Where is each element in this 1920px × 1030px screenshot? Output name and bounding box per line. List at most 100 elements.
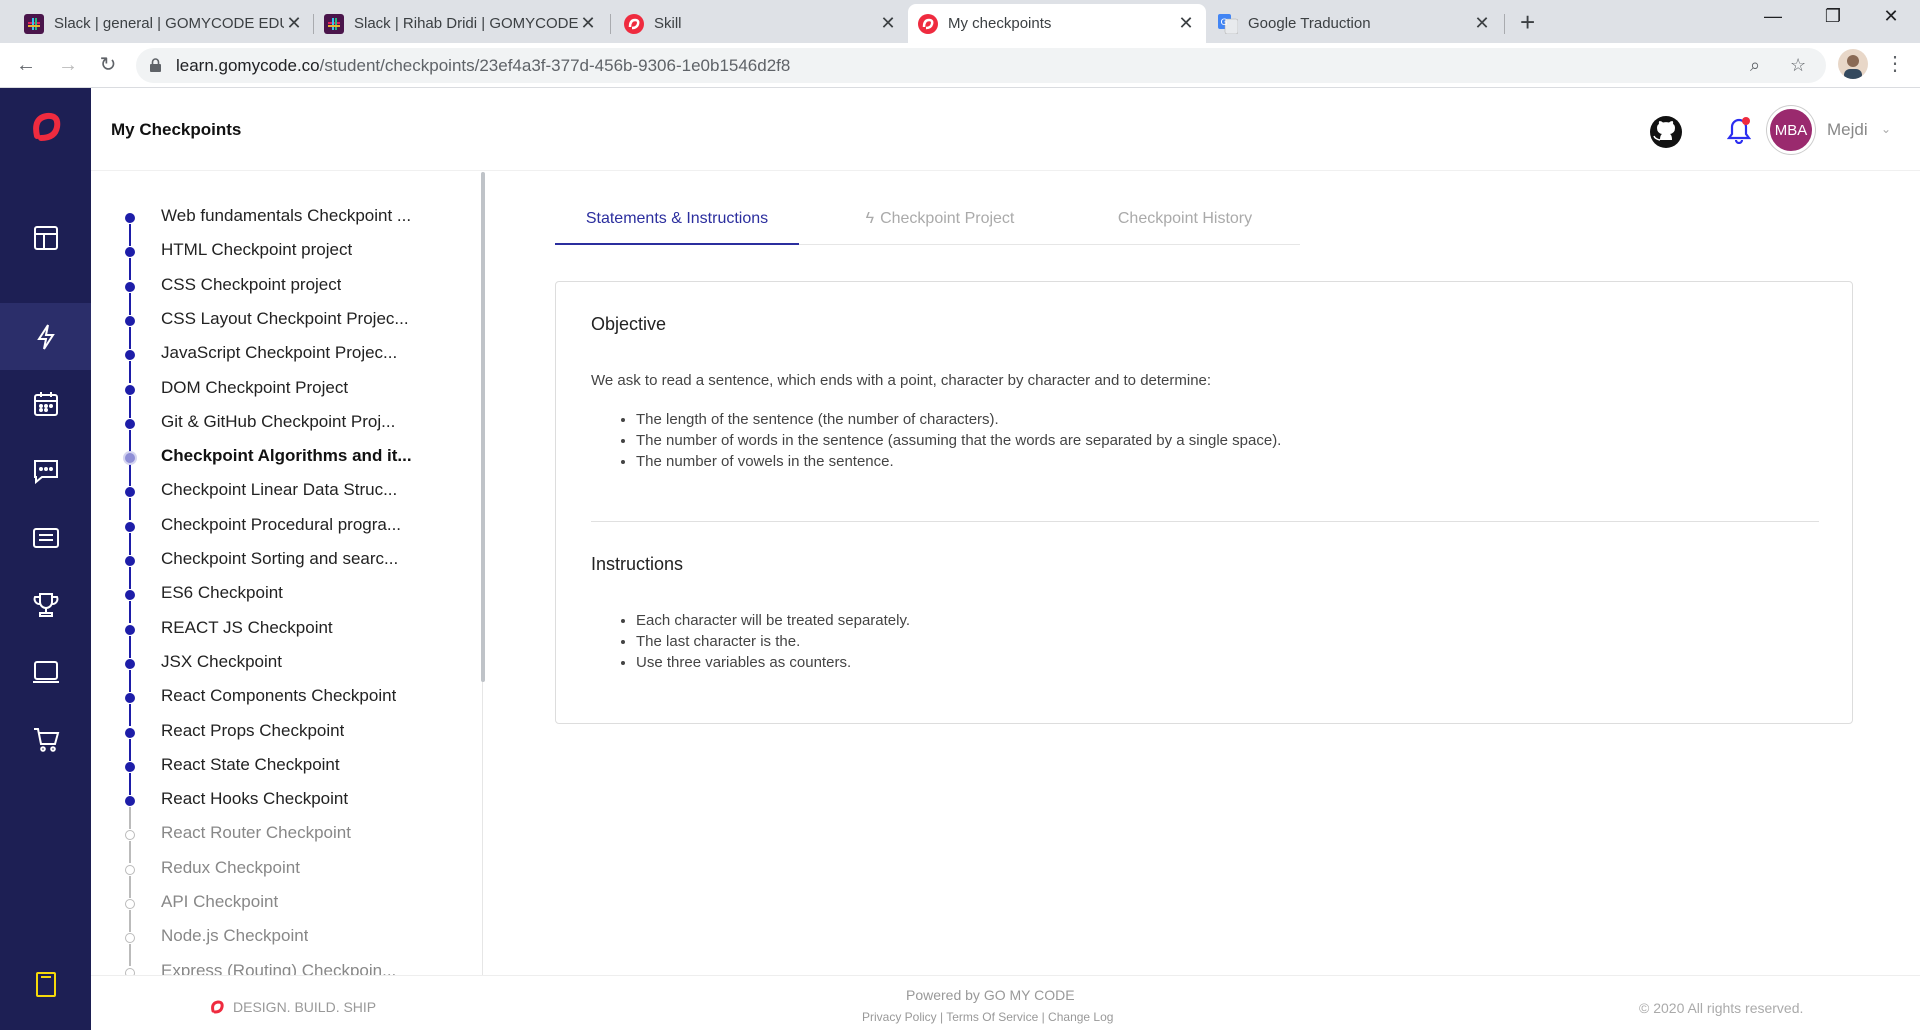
browser-tab[interactable]: Skill ✕ (614, 4, 908, 43)
close-window-icon[interactable]: ✕ (1871, 6, 1911, 27)
tab-separator (1504, 14, 1505, 34)
checkpoint-item[interactable]: React State Checkpoint (91, 749, 481, 795)
google-translate-icon: G (1218, 13, 1238, 34)
username[interactable]: Mejdi (1827, 120, 1868, 140)
browser-tab[interactable]: Slack | general | GOMYCODE EDU ✕ (14, 4, 314, 43)
checkpoint-item[interactable]: Redux Checkpoint (91, 852, 481, 898)
url-text: learn.gomycode.co/student/checkpoints/23… (176, 56, 790, 76)
lock-icon (150, 58, 161, 72)
checkpoint-item[interactable]: API Checkpoint (91, 886, 481, 932)
sidebar-item-messages[interactable] (0, 437, 91, 504)
checkpoint-item[interactable]: JSX Checkpoint (91, 646, 481, 692)
checkpoint-item[interactable]: CSS Checkpoint project (91, 269, 481, 315)
objective-title: Objective (591, 314, 667, 334)
gomycode-logo-icon[interactable] (29, 110, 63, 144)
gomycode-logo-icon (211, 1000, 224, 1014)
checkpoint-item[interactable]: Web fundamentals Checkpoint ... (91, 200, 481, 246)
checkpoint-label: API Checkpoint (161, 892, 279, 911)
chat-icon (33, 459, 58, 484)
checkpoint-item[interactable]: JavaScript Checkpoint Projec... (91, 337, 481, 384)
checkpoint-item[interactable]: Git & GitHub Checkpoint Proj... (91, 406, 481, 452)
checkpoint-label: React Router Checkpoint (161, 823, 351, 843)
avatar[interactable]: MBA (1767, 106, 1815, 154)
checkpoint-item[interactable]: Checkpoint Linear Data Struc... (91, 474, 481, 521)
checkpoint-item[interactable]: DOM Checkpoint Project (91, 372, 481, 418)
browser-tab[interactable]: Slack | Rihab Dridi | GOMYCODE E ✕ (314, 4, 608, 43)
sidebar-item-notes[interactable] (0, 950, 91, 1017)
checkpoint-label: CSS Layout Checkpoint Projec... (161, 308, 409, 328)
minimize-icon[interactable]: — (1753, 6, 1793, 27)
sidebar-item-checkpoints[interactable] (0, 303, 91, 370)
sidebar-item-achievements[interactable] (0, 571, 91, 638)
checkpoint-list: Web fundamentals Checkpoint ... HTML Chec… (91, 172, 483, 975)
github-icon[interactable] (1649, 115, 1683, 149)
forward-icon[interactable]: → (54, 51, 82, 79)
close-icon[interactable]: ✕ (878, 13, 898, 34)
lightning-icon (36, 323, 55, 350)
checkpoint-tabs: Statements & Instructions ϟ Checkpoint Pr… (555, 205, 1300, 245)
restore-icon[interactable]: ❐ (1813, 6, 1853, 27)
checkpoint-item[interactable]: CSS Layout Checkpoint Projec... (91, 303, 481, 349)
timeline-dot (125, 590, 135, 601)
tab-statements[interactable]: Statements & Instructions (555, 205, 799, 245)
zoom-icon[interactable]: ⌕ (1750, 55, 1760, 76)
tab-history[interactable]: Checkpoint History (1085, 205, 1285, 245)
sidebar-item-calendar[interactable] (0, 370, 91, 437)
timeline-dot (125, 864, 135, 875)
browser-tab-active[interactable]: My checkpoints ✕ (908, 4, 1206, 43)
reload-icon[interactable]: ↻ (94, 51, 122, 79)
checkpoint-label: JavaScript Checkpoint Projec... (161, 343, 398, 363)
checkpoint-item[interactable]: Node.js Checkpoint (91, 920, 481, 967)
checkpoint-item[interactable]: HTML Checkpoint project (91, 234, 481, 281)
sidebar-item-shop[interactable] (0, 705, 91, 772)
checkpoint-list-scrollbar[interactable] (481, 172, 485, 682)
close-icon[interactable]: ✕ (578, 13, 598, 34)
checkpoint-item[interactable]: Checkpoint Procedural progra... (91, 509, 481, 555)
menu-kebab-icon[interactable]: ⋮ (1885, 51, 1905, 76)
checkpoint-item[interactable]: ES6 Checkpoint (91, 577, 481, 624)
url-host: learn.gomycode.co (176, 56, 320, 75)
checkpoint-item[interactable]: React Components Checkpoint (91, 680, 481, 727)
address-bar[interactable]: learn.gomycode.co/student/checkpoints/23… (136, 48, 1826, 83)
app-header: My Checkpoints MBA Mejdi ⌄ (91, 88, 1920, 171)
svg-text:G: G (1221, 18, 1228, 28)
sidebar-item-workshops[interactable] (0, 638, 91, 705)
checkpoint-label: REACT JS Checkpoint (161, 617, 333, 637)
tab-title: Slack | general | GOMYCODE EDU (54, 15, 284, 32)
tab-title: Skill (654, 15, 682, 32)
timeline-dot (125, 556, 135, 566)
checkpoint-item[interactable]: React Props Checkpoint (91, 715, 481, 761)
browser-tab-bar: Slack | general | GOMYCODE EDU ✕ Slack |… (0, 0, 1920, 43)
checkpoint-item[interactable]: React Router Checkpoint (91, 817, 481, 864)
checkpoint-label: Git & GitHub Checkpoint Proj... (161, 411, 396, 431)
timeline-dot (125, 796, 135, 807)
checkpoint-item[interactable]: Express (Routing) Checkpoin... (91, 955, 481, 975)
close-icon[interactable]: ✕ (284, 13, 304, 34)
checkpoint-item[interactable]: REACT JS Checkpoint (91, 612, 481, 658)
tab-project[interactable]: ϟ Checkpoint Project (840, 205, 1040, 245)
footer-brand: DESIGN. BUILD. SHIP (209, 999, 376, 1015)
browser-profile-avatar[interactable] (1838, 49, 1868, 79)
tab-history-label: Checkpoint History (1117, 210, 1253, 227)
timeline-dot (125, 521, 135, 532)
checkpoint-item[interactable]: Checkpoint Sorting and searc... (91, 543, 481, 589)
checkpoint-item[interactable]: Checkpoint Algorithms and it... (91, 440, 481, 487)
back-icon[interactable]: ← (12, 51, 40, 79)
timeline-dot (125, 487, 135, 498)
url-path: /student/checkpoints/23ef4a3f-377d-456b-… (319, 56, 791, 75)
chevron-down-icon[interactable]: ⌄ (1881, 122, 1891, 136)
sidebar-item-courses[interactable] (0, 504, 91, 571)
footer-links[interactable]: Privacy Policy | Terms Of Service | Chan… (862, 1010, 1113, 1024)
close-icon[interactable]: ✕ (1176, 13, 1196, 34)
checkpoint-item[interactable]: React Hooks Checkpoint (91, 783, 481, 830)
new-tab-icon[interactable]: + (1520, 8, 1535, 36)
tab-separator (610, 14, 611, 34)
sidebar-item-dashboard[interactable] (0, 204, 91, 271)
notebook-icon (35, 971, 56, 997)
browser-tab[interactable]: G Google Traduction ✕ (1208, 4, 1502, 43)
bookmark-star-icon[interactable]: ☆ (1790, 55, 1806, 76)
checkpoint-label: Checkpoint Algorithms and it... (161, 446, 412, 466)
timeline-dot (125, 315, 135, 326)
list-item: The number of vowels in the sentence. (636, 451, 1281, 472)
close-icon[interactable]: ✕ (1472, 13, 1492, 34)
